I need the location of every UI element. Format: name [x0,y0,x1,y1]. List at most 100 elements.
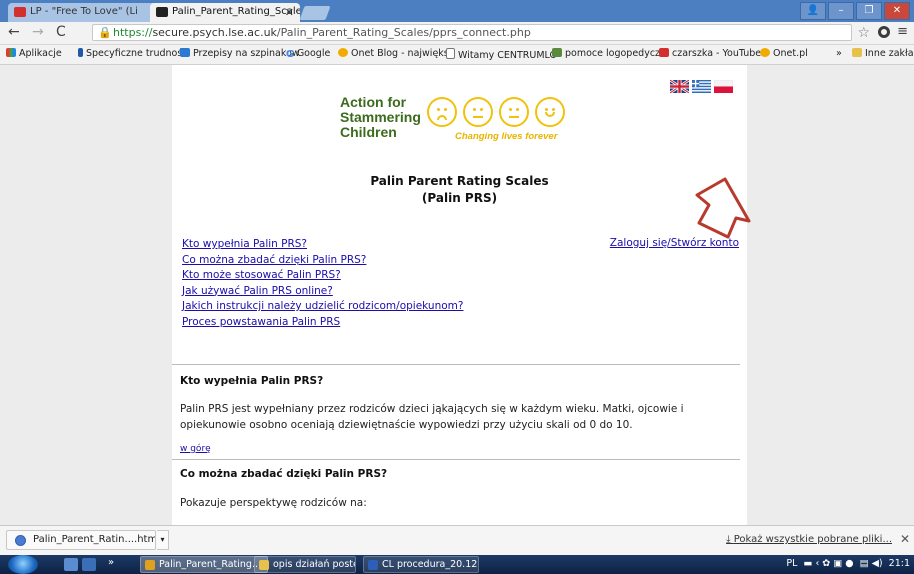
chevron-down-icon[interactable]: ▾ [157,530,169,550]
toc-link[interactable]: Jakich instrukcji należy udzielić rodzic… [182,299,463,315]
toc-link[interactable]: Co można zbadać dzięki Palin PRS? [182,253,463,269]
page-title: Palin Parent Rating Scales (Palin PRS) [172,173,747,207]
bookmarks-more-button[interactable]: » [836,48,842,59]
tab-title: LP - "Free To Love" (Li [30,6,138,17]
chevron-right-icon[interactable]: » [108,557,114,568]
word-icon [368,560,378,570]
apps-icon [6,48,16,57]
neutral-face-icon [499,97,529,127]
task-label: opis działań postęp... [273,559,355,570]
minimize-button[interactable]: – [828,2,854,20]
tab-palin[interactable]: Palin_Parent_Rating_Scale ✕ [150,3,300,22]
bookmark-label: Onet Blog - największ [351,48,454,59]
task-label: CL procedura_20.12.... [382,559,479,570]
browser-titlebar: LP - "Free To Love" (Li ✕ Palin_Parent_R… [0,0,914,22]
reload-button[interactable]: C [56,24,66,40]
section-heading: Kto wypełnia Palin PRS? [180,375,324,387]
bookmark-item[interactable]: Onet.pl [760,48,808,59]
taskbar-task[interactable]: opis działań postęp... [254,556,356,573]
download-shelf: Palin_Parent_Ratin....html ▾ ⤓ Pokaż wsz… [0,525,914,556]
youtube-icon [14,7,26,17]
bookmark-label: Przepisy na szpinakow [193,48,300,59]
address-bar[interactable]: 🔒 https://secure.psych.lse.ac.uk/Palin_P… [92,24,852,41]
show-all-label: Pokaż wszystkie pobrane pliki... [733,534,892,545]
page-title-line: (Palin PRS) [421,191,498,205]
language-indicator[interactable]: PL [786,558,797,569]
tray-icons[interactable]: ▬ ‹ ✿ ▣ ● ▤ ◀) [800,558,885,569]
tab-youtube[interactable]: LP - "Free To Love" (Li ✕ [8,3,166,22]
logo-line: Children [340,124,397,140]
red-arrow-annotation [695,177,751,239]
forward-button[interactable]: → [32,24,44,40]
bookmark-label: Onet.pl [773,48,808,59]
star-icon[interactable]: ☆ [857,25,870,41]
explorer-icon[interactable] [82,558,96,571]
page-content: Action for Stammering Children Changing … [172,65,747,525]
sad-face-icon [427,97,457,127]
chrome-icon [15,535,26,546]
divider [172,459,740,460]
chrome-icon [145,560,155,570]
logo-text: Action for Stammering Children [340,95,421,140]
close-icon[interactable]: ✕ [285,6,294,19]
logo-line: Action for [340,94,407,110]
logo-line: Stammering [340,109,421,125]
divider [172,364,740,365]
lock-icon: 🔒 [98,26,112,39]
bookmark-item[interactable]: pomoce logopedyczn [552,48,666,59]
tab-title: Palin_Parent_Rating_Scale [172,6,300,17]
folder-icon [259,560,269,570]
menu-icon[interactable]: ≡ [897,24,908,39]
page-title-line: Palin Parent Rating Scales [370,174,549,188]
clock[interactable]: 21:1 [889,558,910,569]
section-heading: Co można zbadać dzięki Palin PRS? [180,468,388,480]
bookmark-item[interactable]: Przepisy na szpinakow [180,48,300,59]
bookmark-label: pomoce logopedyczn [565,48,667,59]
browser-toolbar: ← → C 🔒 https://secure.psych.lse.ac.uk/P… [0,22,914,45]
maximize-button[interactable]: ❐ [856,2,882,20]
download-icon: ⤓ [726,534,731,545]
url-domain: secure.psych.lse.ac.uk [152,26,277,39]
start-button[interactable] [8,555,38,574]
window-controls: 👤 – ❐ ✕ [800,2,910,20]
greek-flag-icon[interactable] [692,80,711,93]
close-window-button[interactable]: ✕ [884,2,910,20]
bookmark-label: Inne zakładki [865,48,914,59]
new-tab-button[interactable] [299,6,331,20]
close-icon[interactable]: ✕ [900,532,910,546]
task-label: Palin_Parent_Rating... [159,559,262,570]
extension-icon[interactable] [878,26,890,38]
show-all-downloads-link[interactable]: ⤓ Pokaż wszystkie pobrane pliki... [726,534,892,545]
bookmark-apps[interactable]: Aplikacje [6,48,62,59]
polish-flag-icon[interactable] [714,80,733,93]
back-to-top-link[interactable]: w górę [180,444,211,454]
bookmark-other[interactable]: Inne zakładki [852,48,914,59]
taskbar-task[interactable]: CL procedura_20.12.... [363,556,479,573]
uk-flag-icon[interactable] [670,80,689,93]
bookmark-label: Witamy CENTRUMLO [458,50,557,61]
google-icon: G [286,49,294,60]
logo-tagline: Changing lives forever [455,131,558,142]
download-filename: Palin_Parent_Ratin....html [33,534,156,545]
toc-link[interactable]: Kto może stosować Palin PRS? [182,268,463,284]
logo: Action for Stammering Children Changing … [340,95,580,147]
table-of-contents: Kto wypełnia Palin PRS? Co można zbadać … [182,237,463,330]
bookmark-item[interactable]: czarszka - YouTube [659,48,761,59]
toc-link[interactable]: Kto wypełnia Palin PRS? [182,237,463,253]
bookmark-item[interactable]: Witamy CENTRUMLO [446,48,557,61]
bookmark-item[interactable]: G Google [286,48,330,60]
bookmark-item[interactable]: Onet Blog - największ [338,48,454,59]
taskbar-task[interactable]: Palin_Parent_Rating... [140,556,268,573]
user-icon[interactable]: 👤 [800,2,826,20]
download-item[interactable]: Palin_Parent_Ratin....html [6,530,156,550]
bookmark-item[interactable]: Specyficzne trudności [78,48,190,59]
toc-link[interactable]: Proces powstawania Palin PRS [182,315,463,331]
faces-graphic [427,97,565,127]
lse-icon [156,7,168,17]
back-button[interactable]: ← [8,24,20,40]
url-scheme: https:// [113,26,153,39]
desktop-icon[interactable] [64,558,78,571]
system-tray: PL ▬ ‹ ✿ ▣ ● ▤ ◀) 21:1 [786,558,910,569]
page-icon [446,48,455,59]
toc-link[interactable]: Jak używać Palin PRS online? [182,284,463,300]
